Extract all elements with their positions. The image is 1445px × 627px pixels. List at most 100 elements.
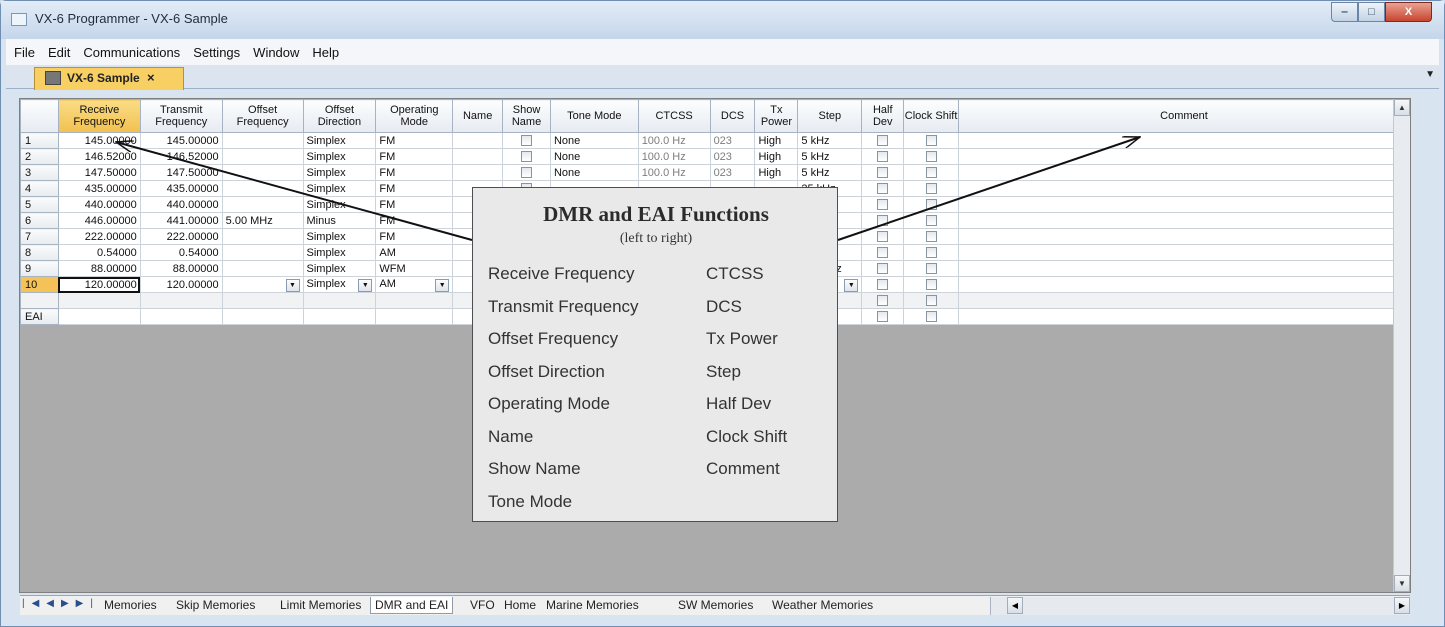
ctcss-cell[interactable]: 100.0 Hz (637, 132, 711, 149)
comment-cell[interactable] (958, 244, 1410, 261)
row-number[interactable]: 10 (20, 276, 59, 293)
receive-frequency-cell[interactable]: 120.00000 (57, 276, 141, 293)
checkbox[interactable] (925, 247, 937, 259)
name-cell[interactable] (452, 132, 504, 149)
clock-shift-cell[interactable] (903, 276, 960, 293)
maximize-button[interactable]: □ (1358, 2, 1385, 22)
receive-frequency-cell[interactable]: 147.50000 (57, 164, 141, 181)
operating-mode-cell[interactable]: FM (375, 212, 454, 229)
comment-cell[interactable] (958, 212, 1410, 229)
operating-mode-cell[interactable]: FM (375, 228, 454, 245)
empty-cell[interactable] (221, 308, 304, 325)
offset-frequency-cell[interactable] (221, 260, 304, 277)
column-header[interactable]: Transmit Frequency (139, 99, 223, 133)
receive-frequency-cell[interactable]: 0.54000 (57, 244, 141, 261)
checkbox[interactable] (877, 167, 889, 179)
column-header[interactable]: Tx Power (754, 99, 799, 133)
column-header[interactable]: Comment (958, 99, 1410, 133)
offset-frequency-cell[interactable] (221, 164, 304, 181)
sheet-tab-weather-memories[interactable]: Weather Memories (772, 597, 873, 614)
empty-cell[interactable] (57, 308, 141, 325)
offset-direction-cell[interactable]: Simplex (302, 132, 377, 149)
column-header[interactable]: CTCSS (637, 99, 711, 133)
receive-frequency-cell[interactable]: 440.00000 (57, 196, 141, 213)
checkbox[interactable] (925, 183, 937, 195)
table-row[interactable]: 3 147.50000 147.50000 Simplex FM None 100.0 Hz… (20, 164, 1410, 181)
empty-cell[interactable] (903, 292, 960, 309)
vertical-scrollbar[interactable]: ▲ ▼ (1393, 99, 1410, 592)
sheet-tab-sw-memories[interactable]: SW Memories (678, 597, 753, 614)
show-name-cell[interactable] (502, 164, 551, 181)
clock-shift-cell[interactable] (903, 212, 960, 229)
column-header[interactable]: Show Name (502, 99, 551, 133)
column-header[interactable]: Name (452, 99, 504, 133)
column-header[interactable]: Offset Direction (302, 99, 377, 133)
transmit-frequency-cell[interactable]: 120.00000 (139, 276, 223, 293)
checkbox[interactable] (877, 311, 889, 323)
checkbox[interactable] (925, 135, 937, 147)
row-number[interactable]: 4 (20, 180, 59, 197)
tab-list-dropdown-icon[interactable]: ▼ (1425, 69, 1435, 80)
sheet-tab-skip-memories[interactable]: Skip Memories (176, 597, 255, 614)
checkbox[interactable] (877, 135, 889, 147)
operating-mode-cell[interactable]: FM (375, 148, 454, 165)
row-number[interactable]: 2 (20, 148, 59, 165)
sheet-tab-memories[interactable]: Memories (104, 597, 157, 614)
clock-shift-cell[interactable] (903, 164, 960, 181)
checkbox[interactable] (877, 151, 889, 163)
empty-cell[interactable] (958, 292, 1410, 309)
comment-cell[interactable] (958, 196, 1410, 213)
operating-mode-cell[interactable]: WFM (375, 260, 454, 277)
half-dev-cell[interactable] (861, 132, 905, 149)
receive-frequency-cell[interactable]: 88.00000 (57, 260, 141, 277)
empty-cell[interactable] (861, 308, 905, 325)
menu-window[interactable]: Window (253, 45, 299, 60)
half-dev-cell[interactable] (861, 164, 905, 181)
checkbox[interactable] (521, 167, 533, 179)
scroll-left-icon[interactable]: ◀ (1007, 597, 1023, 614)
operating-mode-cell[interactable]: FM (375, 132, 454, 149)
receive-frequency-cell[interactable]: 145.00000 (57, 132, 141, 149)
checkbox[interactable] (925, 279, 937, 291)
step-cell[interactable]: 5 kHz (797, 132, 863, 149)
column-header[interactable]: Tone Mode (549, 99, 639, 133)
tone-mode-cell[interactable]: None (549, 148, 639, 165)
empty-cell[interactable] (375, 292, 454, 309)
title-bar[interactable]: VX-6 Programmer - VX-6 Sample ‒ □ X (1, 1, 1444, 39)
sheet-tab-vfo[interactable]: VFO (470, 597, 495, 614)
dcs-cell[interactable]: 023 (709, 164, 756, 181)
column-header[interactable]: Offset Frequency (221, 99, 304, 133)
clock-shift-cell[interactable] (903, 228, 960, 245)
column-header[interactable]: Half Dev (861, 99, 905, 133)
tx-power-cell[interactable]: High (754, 164, 799, 181)
half-dev-cell[interactable] (861, 244, 905, 261)
empty-cell[interactable] (302, 292, 377, 309)
empty-cell[interactable] (958, 308, 1410, 325)
receive-frequency-cell[interactable]: 435.00000 (57, 180, 141, 197)
transmit-frequency-cell[interactable]: 146.52000 (139, 148, 223, 165)
receive-frequency-cell[interactable]: 146.52000 (57, 148, 141, 165)
operating-mode-cell[interactable]: FM (375, 196, 454, 213)
checkbox[interactable] (925, 263, 937, 275)
table-row[interactable]: 2 146.52000 146.52000 Simplex FM None 100.0 Hz… (20, 148, 1410, 165)
checkbox[interactable] (877, 279, 889, 291)
checkbox[interactable] (877, 183, 889, 195)
menu-help[interactable]: Help (312, 45, 339, 60)
half-dev-cell[interactable] (861, 228, 905, 245)
transmit-frequency-cell[interactable]: 441.00000 (139, 212, 223, 229)
row-label[interactable]: EAI (20, 308, 59, 325)
row-number[interactable]: 1 (20, 132, 59, 149)
transmit-frequency-cell[interactable]: 88.00000 (139, 260, 223, 277)
empty-cell[interactable] (861, 292, 905, 309)
row-number[interactable]: 9 (20, 260, 59, 277)
offset-frequency-cell[interactable] (221, 180, 304, 197)
clock-shift-cell[interactable] (903, 180, 960, 197)
offset-direction-cell[interactable]: Simplex (302, 148, 377, 165)
offset-direction-cell[interactable]: Simplex (302, 244, 377, 261)
checkbox[interactable] (521, 151, 533, 163)
transmit-frequency-cell[interactable]: 145.00000 (139, 132, 223, 149)
transmit-frequency-cell[interactable]: 222.00000 (139, 228, 223, 245)
name-cell[interactable] (452, 148, 504, 165)
row-number[interactable]: 6 (20, 212, 59, 229)
clock-shift-cell[interactable] (903, 132, 960, 149)
